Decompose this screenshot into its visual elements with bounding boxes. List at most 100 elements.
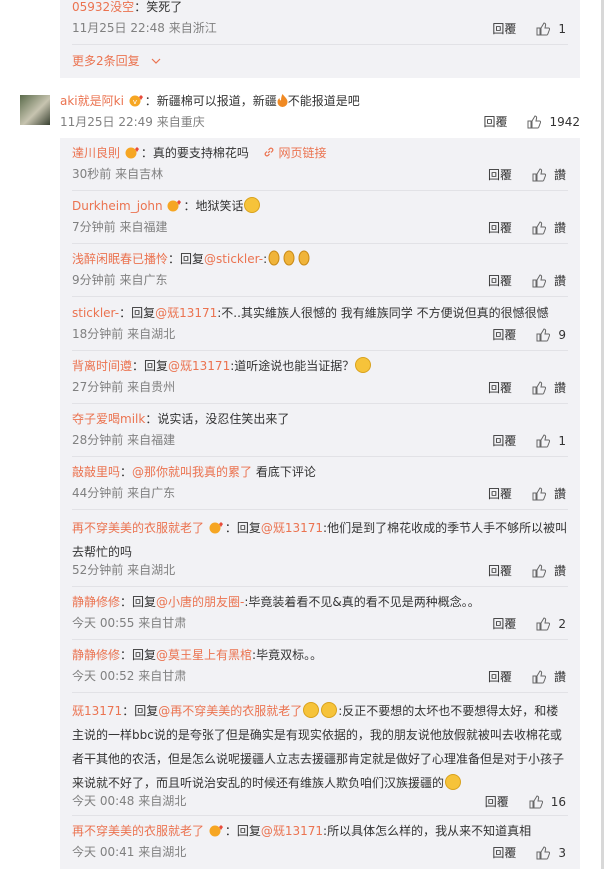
- reply-username[interactable]: stickler-: [72, 306, 119, 320]
- reply-username[interactable]: 達川良則: [72, 146, 120, 160]
- like-button[interactable]: 讚: [532, 562, 566, 579]
- mention-link[interactable]: @兓13171: [261, 521, 323, 535]
- mention-link[interactable]: @兓13171: [168, 359, 230, 373]
- reply-item: stickler-：回复@兓13171:不..其实維族人很憾的 我有維族同学 不…: [60, 304, 580, 352]
- reply-prefix: ：回复: [119, 306, 156, 320]
- like-button[interactable]: 1: [536, 22, 566, 36]
- reply-meta: 18分钟前 来自湖北: [72, 327, 176, 341]
- mention-link[interactable]: @兓13171: [155, 306, 217, 320]
- reply-button[interactable]: 回覆: [488, 272, 532, 289]
- like-count: 1: [558, 21, 566, 36]
- reply-item: 敲敲里吗：@那你就叫我真的累了 看底下评论 44分钟前 来自广东 回覆 讚: [60, 463, 580, 511]
- like-button[interactable]: 讚: [532, 668, 566, 685]
- reply-body: :毕竟双标。。: [252, 648, 323, 662]
- like-button[interactable]: 1: [536, 434, 566, 448]
- like-button[interactable]: 2: [536, 617, 566, 631]
- reply-item: Durkheim_john ：地狱笑话 7分钟前 来自福建 回覆 讚: [60, 197, 580, 245]
- mention-link[interactable]: @再不穿美美的衣服就老了: [158, 704, 302, 718]
- reply-item: 再不穿美美的衣服就老了 ：回复@兓13171:他们是到了棉花收成的季节人手不够所…: [60, 516, 580, 588]
- like-button[interactable]: 讚: [532, 485, 566, 502]
- reply-button[interactable]: 回覆: [492, 844, 536, 861]
- mention-link[interactable]: @小唐的朋友圈-: [156, 595, 244, 609]
- divider: [72, 296, 568, 297]
- reply-button[interactable]: 回覆: [488, 379, 532, 396]
- reply-prefix: ：回复: [120, 648, 157, 662]
- like-count: 讚: [553, 564, 566, 578]
- reply-button[interactable]: 回覆: [483, 113, 527, 130]
- reply-body: ：地狱笑话: [183, 199, 244, 213]
- mention-link[interactable]: @莫王星上有黑棺: [156, 648, 252, 662]
- reply-prefix: ：回复: [168, 252, 205, 266]
- like-count: 讚: [553, 221, 566, 235]
- like-button[interactable]: 16: [529, 795, 566, 809]
- reply-button[interactable]: 回覆: [488, 562, 532, 579]
- svg-text:v: v: [133, 98, 137, 106]
- vip-badge-icon: [209, 522, 223, 534]
- avatar[interactable]: [20, 95, 50, 125]
- reply-button[interactable]: 回覆: [488, 219, 532, 236]
- like-count: 讚: [553, 381, 566, 395]
- reply-username[interactable]: 静静修修: [72, 648, 120, 662]
- reply-button[interactable]: 回覆: [492, 20, 536, 37]
- divider: [72, 44, 568, 45]
- thumbs-up-icon: [536, 433, 551, 447]
- reply-item: 静静修修：回复@小唐的朋友圈-:毕竟装着看不见&真的看不见是两种概念。。 今天 …: [60, 593, 580, 641]
- vip-badge-icon: [209, 825, 223, 837]
- divider: [72, 456, 568, 457]
- reply-username[interactable]: Durkheim_john: [72, 199, 163, 213]
- thumbs-up-icon: [532, 167, 546, 181]
- reply-button[interactable]: 回覆: [492, 432, 536, 449]
- more-replies-link[interactable]: 更多2条回复: [72, 52, 570, 70]
- reply-body: 看底下评论: [252, 465, 316, 479]
- reply-username[interactable]: 05932没空: [72, 0, 134, 14]
- main-comment-body-2: 不能报道是吧: [287, 94, 360, 108]
- reply-button[interactable]: 回覆: [488, 668, 532, 685]
- thumbs-up-icon: [529, 794, 543, 808]
- like-button[interactable]: 讚: [532, 219, 566, 236]
- reply-username[interactable]: 背离时间遵: [72, 359, 132, 373]
- reply-item: 再不穿美美的衣服就老了 ：回复@兓13171:所以具体怎么样的，我从来不知道真相…: [60, 822, 580, 870]
- reply-username[interactable]: 静静修修: [72, 595, 120, 609]
- fire-icon: [277, 94, 288, 107]
- like-button[interactable]: 讚: [532, 166, 566, 183]
- thumbs-up-icon: [536, 616, 551, 630]
- reply-username[interactable]: 再不穿美美的衣服就老了: [72, 521, 204, 535]
- reply-button[interactable]: 回覆: [492, 326, 536, 343]
- thumbs-up-icon: [536, 21, 551, 35]
- reply-username[interactable]: 夺子爱喝milk: [72, 412, 145, 426]
- reply-username[interactable]: 再不穿美美的衣服就老了: [72, 824, 204, 838]
- main-comment-username[interactable]: aki就是阿ki: [60, 94, 124, 108]
- crying-emoji-icon: [303, 702, 320, 718]
- divider: [72, 639, 568, 640]
- reply-body: ：说实话，没忍住笑出来了: [145, 412, 290, 426]
- reply-button[interactable]: 回覆: [488, 485, 532, 502]
- reply-body: :不..其实維族人很憾的 我有維族同学 不方便说但真的很憾很憾: [217, 306, 549, 320]
- mention-link[interactable]: @那你就叫我真的累了: [132, 465, 252, 479]
- web-link-label: 网页链接: [278, 146, 327, 160]
- reply-meta: 52分钟前 来自湖北: [72, 563, 176, 577]
- like-button[interactable]: 讚: [532, 379, 566, 396]
- vip-badge-icon: [167, 200, 182, 212]
- web-link[interactable]: 网页链接: [263, 146, 327, 160]
- reply-username[interactable]: 敲敲里吗: [72, 465, 120, 479]
- like-button[interactable]: 1942: [527, 115, 580, 129]
- like-count: 2: [558, 616, 566, 631]
- laughing-tears-emoji-icon: [445, 774, 462, 790]
- reply-username[interactable]: 浅醉闲眠春已播怜: [72, 252, 168, 266]
- reply-item: 背离时间遵：回复@兓13171:道听途说也能当证据？ 27分钟前 来自贵州 回覆…: [60, 357, 580, 405]
- mention-link[interactable]: @stickler-: [204, 252, 263, 266]
- like-button[interactable]: 3: [536, 846, 566, 860]
- mention-link[interactable]: @兓13171: [261, 824, 323, 838]
- reply-button[interactable]: 回覆: [488, 166, 532, 183]
- reply-meta: 今天 00:41 来自湖北: [72, 845, 187, 859]
- reply-username[interactable]: 兓13171: [72, 704, 122, 718]
- like-button[interactable]: 9: [536, 328, 566, 342]
- main-comment-meta: 11月25日 22:49 来自重庆: [60, 115, 205, 129]
- link-icon: [264, 147, 274, 157]
- reply-button[interactable]: 回覆: [492, 615, 536, 632]
- reply-button[interactable]: 回覆: [485, 793, 529, 810]
- like-count: 讚: [553, 487, 566, 501]
- like-button[interactable]: 讚: [532, 272, 566, 289]
- like-count: 9: [558, 327, 566, 342]
- ear-emoji-icon: [268, 250, 310, 266]
